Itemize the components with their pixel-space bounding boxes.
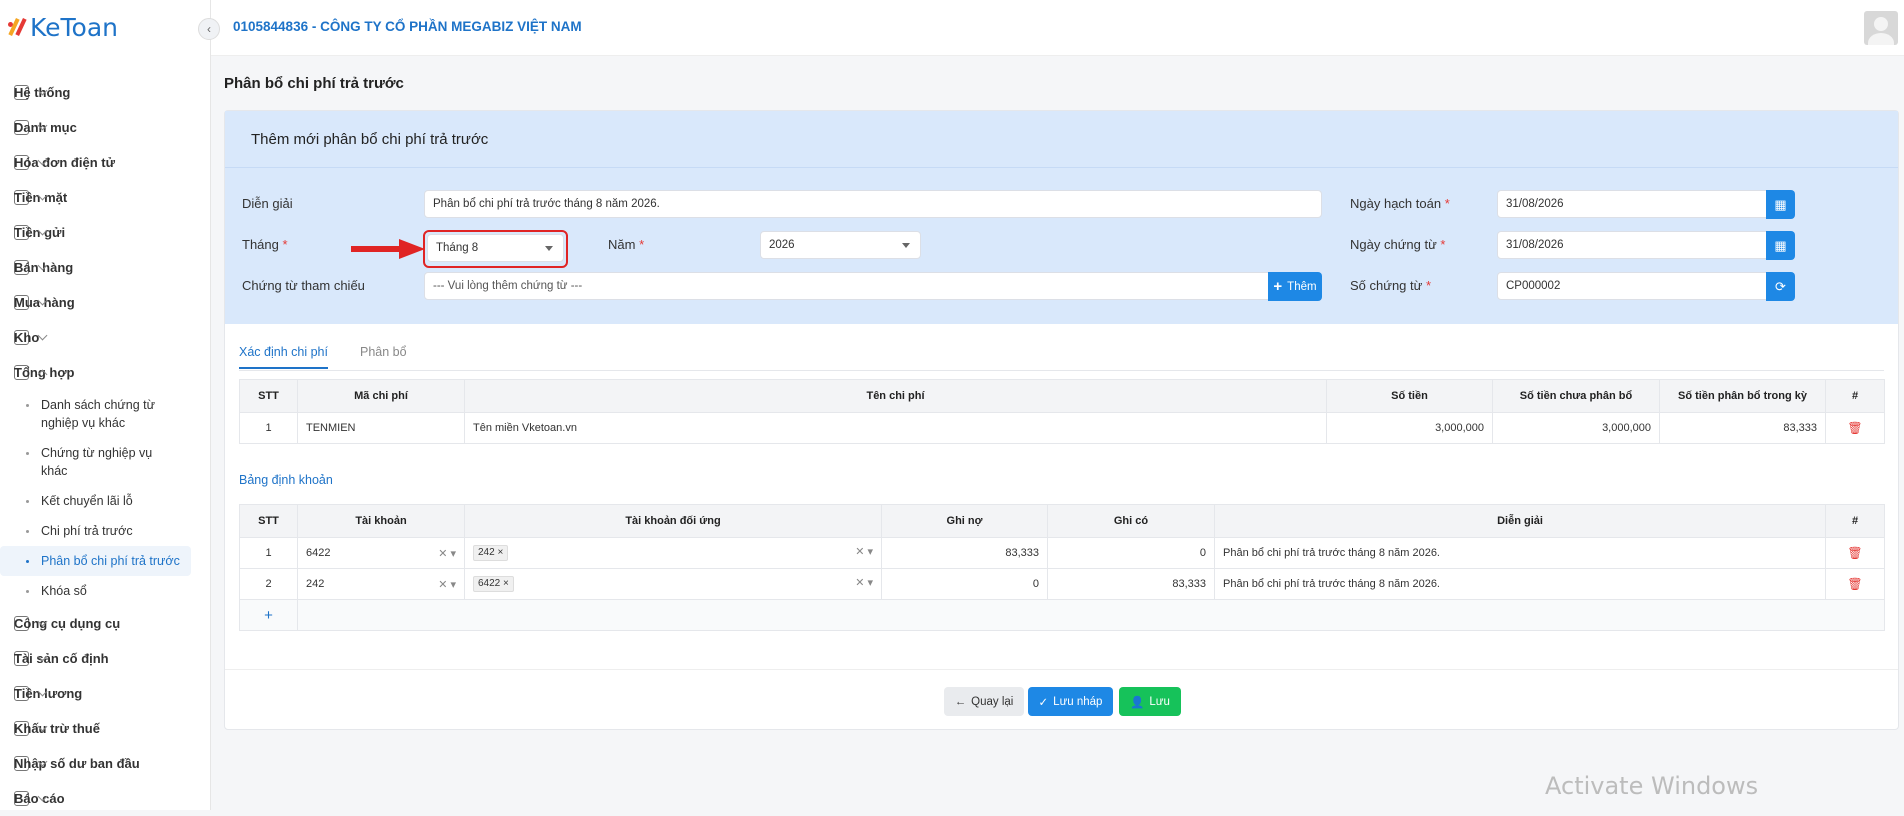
user-avatar[interactable] bbox=[1864, 11, 1898, 45]
tab-xac-dinh-chi-phi[interactable]: Xác định chi phí bbox=[239, 345, 328, 369]
sidebar-item-tien-gui[interactable]: Tiền gửi bbox=[0, 215, 211, 250]
sidebar-item-tai-san[interactable]: Tài sản cố định bbox=[0, 641, 211, 676]
bang-dinh-khoan-title: Bảng định khoản bbox=[239, 473, 333, 487]
tab-phan-bo[interactable]: Phân bổ bbox=[360, 345, 407, 367]
sidebar-subitem-danh-sach-chung-tu[interactable]: Danh sách chứng từ nghiệp vụ khác bbox=[0, 390, 211, 438]
sidebar-subitem-chi-phi-tra-truoc[interactable]: Chi phí trả trước bbox=[0, 516, 211, 546]
them-chung-tu-button[interactable]: + Thêm bbox=[1268, 272, 1322, 301]
company-name[interactable]: 0105844836 - CÔNG TY CỔ PHẦN MEGABIZ VIỆ… bbox=[233, 19, 582, 34]
tai-khoan-select[interactable]: 6422 ✕ ▾ bbox=[297, 537, 465, 569]
tai-khoan-doi-ung-select[interactable]: 6422 × ✕ ▾ bbox=[464, 568, 882, 600]
highlight-box bbox=[423, 230, 568, 268]
check-icon: ✓ bbox=[1038, 696, 1049, 709]
sidebar-subitem-ket-chuyen[interactable]: Kết chuyển lãi lỗ bbox=[0, 486, 211, 516]
clear-caret-icon[interactable]: ✕ ▾ bbox=[438, 578, 456, 591]
sidebar-item-hoa-don[interactable]: Hóa đơn điện tử bbox=[0, 145, 211, 180]
sidebar-item-bao-cao[interactable]: Báo cáo bbox=[0, 781, 211, 816]
sidebar-item-he-thong[interactable]: Hệ thống bbox=[0, 75, 211, 110]
col-phan-bo-trong-ky: Số tiền phân bổ trong kỳ bbox=[1659, 379, 1826, 413]
table-row: 2 242 ✕ ▾ 6422 × ✕ ▾ 0 83,333 Phân bổ chi … bbox=[239, 568, 1885, 600]
clear-caret-icon[interactable]: ✕ ▾ bbox=[438, 547, 456, 560]
logo-mark-icon bbox=[8, 16, 27, 38]
sidebar-subitem-chung-tu-nghiep-vu[interactable]: Chứng từ nghiệp vụ khác bbox=[0, 438, 211, 486]
luu-button[interactable]: 👤 Lưu bbox=[1119, 687, 1181, 716]
logo-text: KeToan bbox=[30, 12, 119, 42]
nam-select[interactable]: 2026 bbox=[760, 231, 921, 259]
user-check-icon: 👤 bbox=[1130, 696, 1145, 709]
red-arrow-icon bbox=[351, 239, 425, 259]
sidebar-item-khau-tru-thue[interactable]: Khấu trừ thuế bbox=[0, 711, 211, 746]
sidebar: KeToan ‹ Hệ thống Danh mục Hóa đơn điện … bbox=[0, 0, 220, 810]
form-card: Thêm mới phân bổ chi phí trả trước Diễn … bbox=[224, 110, 1899, 730]
caret-down-icon bbox=[902, 243, 910, 248]
luu-nhap-button[interactable]: ✓ Lưu nháp bbox=[1028, 687, 1113, 716]
col-chua-phan-bo: Số tiền chưa phân bổ bbox=[1492, 379, 1660, 413]
entries-table: STT Tài khoản Tài khoản đối ứng Ghi nợ G… bbox=[239, 504, 1885, 631]
trash-icon[interactable]: 🗑 bbox=[1825, 537, 1885, 569]
chung-tu-tham-chieu-label: Chứng từ tham chiếu bbox=[242, 278, 365, 293]
ngay-chung-tu-label: Ngày chứng từ * bbox=[1350, 237, 1446, 252]
arrow-left-icon: ← bbox=[954, 695, 967, 708]
expense-table: STT Mã chi phí Tên chi phí Số tiền Số ti… bbox=[239, 379, 1885, 444]
windows-watermark: Activate Windows bbox=[1545, 772, 1759, 800]
nam-label: Năm * bbox=[608, 237, 645, 252]
so-chung-tu-label: Số chứng từ * bbox=[1350, 278, 1432, 293]
ngay-chung-tu-input[interactable]: 31/08/2026 bbox=[1497, 231, 1767, 259]
app-logo[interactable]: KeToan bbox=[8, 12, 118, 42]
add-row: + bbox=[239, 599, 1885, 631]
dien-giai-input[interactable]: Phân bổ chi phí trả trước tháng 8 năm 20… bbox=[424, 190, 1322, 218]
quay-lai-button[interactable]: ← Quay lại bbox=[944, 687, 1024, 716]
sidebar-menu: Hệ thống Danh mục Hóa đơn điện tử Tiền m… bbox=[0, 75, 211, 816]
sidebar-item-mua-hang[interactable]: Mua hàng bbox=[0, 285, 211, 320]
thang-label: Tháng * bbox=[242, 237, 288, 252]
sidebar-item-tong-hop[interactable]: Tổng hợp bbox=[0, 355, 211, 390]
top-header: 0105844836 - CÔNG TY CỔ PHẦN MEGABIZ VIỆ… bbox=[211, 0, 1904, 56]
tai-khoan-select[interactable]: 242 ✕ ▾ bbox=[297, 568, 465, 600]
page-title: Phân bổ chi phí trả trước bbox=[224, 75, 404, 92]
card-title: Thêm mới phân bổ chi phí trả trước bbox=[251, 131, 489, 148]
plus-icon: + bbox=[1273, 278, 1283, 295]
table-row: 1 6422 ✕ ▾ 242 × ✕ ▾ 83,333 0 Phân bổ chi … bbox=[239, 537, 1885, 569]
calendar-icon[interactable]: ▦ bbox=[1766, 231, 1795, 260]
sidebar-item-danh-muc[interactable]: Danh mục bbox=[0, 110, 211, 145]
sidebar-item-tien-luong[interactable]: Tiền lương bbox=[0, 676, 211, 711]
collapse-sidebar-button[interactable]: ‹ bbox=[198, 18, 220, 40]
tab-bar: Xác định chi phí Phân bổ bbox=[239, 345, 1884, 371]
sidebar-subitem-khoa-so[interactable]: Khóa sổ bbox=[0, 576, 211, 606]
clear-caret-icon[interactable]: ✕ ▾ bbox=[855, 576, 873, 589]
clear-caret-icon[interactable]: ✕ ▾ bbox=[855, 545, 873, 558]
ngay-hach-toan-input[interactable]: 31/08/2026 bbox=[1497, 190, 1767, 218]
refresh-icon[interactable]: ⟳ bbox=[1766, 272, 1795, 301]
sidebar-subitem-phan-bo-chi-phi[interactable]: Phân bổ chi phí trả trước bbox=[0, 546, 191, 576]
sidebar-item-tien-mat[interactable]: Tiền mặt bbox=[0, 180, 211, 215]
tai-khoan-doi-ung-select[interactable]: 242 × ✕ ▾ bbox=[464, 537, 882, 569]
sidebar-item-nhap-so-du[interactable]: Nhập số dư ban đầu bbox=[0, 746, 211, 781]
trash-icon[interactable]: 🗑 bbox=[1825, 568, 1885, 600]
add-row-button[interactable]: + bbox=[239, 599, 298, 631]
col-ten-chi-phi: Tên chi phí bbox=[464, 379, 1327, 413]
chung-tu-tham-chieu-input[interactable]: --- Vui lòng thêm chứng từ --- bbox=[424, 272, 1269, 300]
so-chung-tu-input[interactable]: CP000002 bbox=[1497, 272, 1767, 300]
sidebar-item-kho[interactable]: Kho bbox=[0, 320, 211, 355]
col-action: # bbox=[1825, 379, 1885, 413]
col-so-tien: Số tiền bbox=[1326, 379, 1493, 413]
trash-icon[interactable]: 🗑 bbox=[1825, 412, 1885, 444]
col-stt: STT bbox=[239, 379, 298, 413]
ngay-hach-toan-label: Ngày hạch toán * bbox=[1350, 196, 1450, 211]
sidebar-item-ban-hang[interactable]: Bán hàng bbox=[0, 250, 211, 285]
calendar-icon[interactable]: ▦ bbox=[1766, 190, 1795, 219]
col-ma-chi-phi: Mã chi phí bbox=[297, 379, 465, 413]
table-row: 1 TENMIEN Tên miền Vketoan.vn 3,000,000 … bbox=[239, 412, 1885, 444]
form-header-panel: Thêm mới phân bổ chi phí trả trước Diễn … bbox=[225, 111, 1898, 324]
sidebar-item-cong-cu[interactable]: Công cụ dụng cụ bbox=[0, 606, 211, 641]
dien-giai-label: Diễn giải bbox=[242, 196, 293, 211]
